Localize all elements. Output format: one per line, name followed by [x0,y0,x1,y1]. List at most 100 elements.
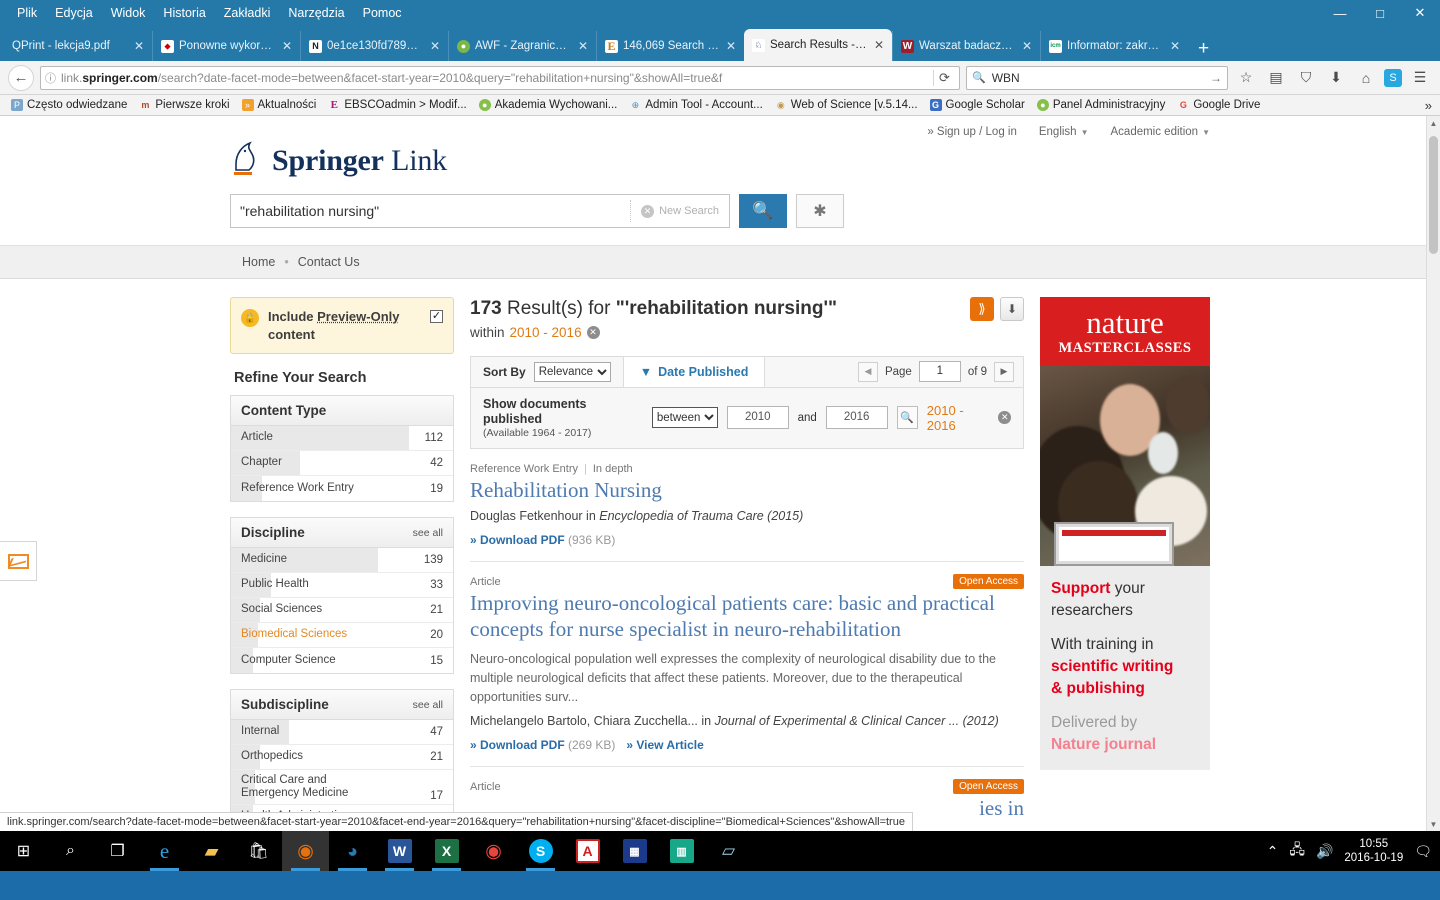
tab-close-icon[interactable]: ✕ [1020,39,1034,53]
date-search-button[interactable]: 🔍 [896,406,918,430]
tab-close-icon[interactable]: ✕ [872,38,886,52]
clock[interactable]: 10:55 2016-10-19 [1344,837,1403,866]
remove-date-filter-icon[interactable]: ✕ [586,325,600,339]
browser-tab-5-active[interactable]: ♘ Search Results - Sp... ✕ [744,29,892,61]
next-page-button[interactable]: ▶ [994,361,1014,382]
sort-select[interactable]: Relevance [533,361,611,382]
menu-icon[interactable]: ☰ [1408,66,1432,90]
search-input[interactable] [231,195,631,227]
search-settings-button[interactable]: ✱ [796,194,844,228]
sign-up-log-in-link[interactable]: » Sign up / Log in [927,126,1017,138]
date-mode-select[interactable]: between [651,407,718,429]
menu-item-edycja[interactable]: Edycja [46,3,102,23]
minimize-icon[interactable]: — [1320,0,1360,26]
tab-close-icon[interactable]: ✕ [724,39,738,53]
bookmark-czesto-odwiedzane[interactable]: P Często odwiedzane [6,98,132,112]
facet-row-medicine[interactable]: Medicine 139 [231,548,453,574]
taskbar-skype[interactable]: S [517,831,564,871]
bookmark-web-of-science[interactable]: ◉ Web of Science [v.5.14... [770,98,923,112]
bookmark-google-drive[interactable]: G Google Drive [1172,98,1265,112]
browser-search-bar[interactable]: 🔍 WBN → [966,65,1228,90]
view-article-link[interactable]: » View Article [626,738,703,752]
scroll-up-icon[interactable]: ▲ [1427,116,1440,130]
browser-tab-4[interactable]: E 146,069 Search Res... ✕ [596,31,744,61]
close-icon[interactable]: ✕ [1400,0,1440,26]
browser-tab-7[interactable]: icm Informator: zakres ... ✕ [1040,31,1188,61]
bookmark-aktualnosci[interactable]: » Aktualności [237,98,322,112]
breadcrumb-home[interactable]: Home [242,255,275,269]
sync-icon[interactable]: S [1384,68,1402,87]
volume-icon[interactable]: 🔊 [1316,843,1333,860]
bookmark-akademia-wychowania[interactable]: ● Akademia Wychowani... [474,98,623,112]
taskbar-firefox[interactable]: ◉ [282,831,329,871]
taskbar-superior[interactable]: ▥ [658,831,705,871]
download-icon[interactable]: ⬇ [1324,66,1348,90]
action-center-icon[interactable]: 🗨 [1414,843,1432,860]
breadcrumb-contact-us[interactable]: Contact Us [298,255,360,269]
go-arrow-icon[interactable]: → [1210,71,1222,85]
facet-row-biomedical-sciences[interactable]: Biomedical Sciences 20 [231,623,453,649]
tab-close-icon[interactable]: ✕ [576,39,590,53]
home-icon[interactable]: ⌂ [1354,66,1378,90]
facet-row-internal[interactable]: Internal 47 [231,720,453,746]
bookmark-admin-tool[interactable]: ⊕ Admin Tool - Account... [624,98,767,112]
edition-selector[interactable]: Academic edition ▼ [1111,126,1211,138]
download-pdf-link[interactable]: » Download PDF [470,738,565,752]
star-icon[interactable]: ☆ [1234,66,1258,90]
year-from-input[interactable]: 2010 [726,406,789,430]
menu-item-widok[interactable]: Widok [102,3,155,23]
bookmark-panel-administracyjny[interactable]: ● Panel Administracyjny [1032,98,1171,112]
browser-tab-3[interactable]: ● AWF - Zagraniczne ✕ [448,31,596,61]
taskbar-thunderbird[interactable]: ◕ [329,831,376,871]
download-icon[interactable]: ⬇ [1000,297,1024,321]
taskbar-notes[interactable]: ▱ [705,831,752,871]
tray-chevron-icon[interactable]: ⌃ [1267,843,1279,860]
tab-close-icon[interactable]: ✕ [1168,39,1182,53]
facet-row-orthopedics[interactable]: Orthopedics 21 [231,745,453,771]
tab-close-icon[interactable]: ✕ [132,39,146,53]
remove-range-icon[interactable]: ✕ [998,411,1011,425]
bookmark-ebscoadmin[interactable]: E EBSCOadmin > Modif... [323,98,471,112]
taskbar-word[interactable]: W [376,831,423,871]
taskbar-acrobat[interactable]: A [564,831,611,871]
include-preview-only-box[interactable]: 🔒 Include Preview-Only content ✓ [230,297,454,355]
result-title-link[interactable]: Rehabilitation Nursing [470,478,1024,504]
facet-row-computer-science[interactable]: Computer Science 15 [231,648,453,674]
scroll-down-icon[interactable]: ▼ [1427,817,1440,831]
feedback-mail-tab[interactable] [0,541,37,581]
year-to-input[interactable]: 2016 [825,406,888,430]
browser-tab-6[interactable]: W Warszat badacza –... ✕ [892,31,1040,61]
taskbar-edge[interactable]: e [141,831,188,871]
info-icon[interactable]: ⓘ [45,70,56,86]
prev-page-button[interactable]: ◀ [857,361,878,382]
page-input[interactable]: 1 [918,361,961,383]
browser-tab-2[interactable]: N 0e1ce130fd78911a... ✕ [300,31,448,61]
springerlink-logo[interactable]: Springer Link [230,138,1210,180]
browser-tab-1[interactable]: ⬥ Ponowne wykorzy... ✕ [152,31,300,61]
back-arrow-icon[interactable]: ← [8,64,34,91]
facet-row-reference-work-entry[interactable]: Reference Work Entry 19 [231,476,453,502]
menu-item-narzedzia[interactable]: Narzędzia [279,3,353,23]
taskbar-sprun[interactable]: ▦ [611,831,658,871]
taskbar-excel[interactable]: X [423,831,470,871]
tab-close-icon[interactable]: ✕ [428,39,442,53]
download-pdf-link[interactable]: » Download PDF [470,533,565,547]
taskbar-search-button[interactable]: ⌕ [47,831,94,871]
facet-row-article[interactable]: Article 112 [231,426,453,452]
include-preview-only-checkbox[interactable]: ✓ [430,310,443,323]
facet-see-all[interactable]: see all [413,699,443,711]
menu-item-pomoc[interactable]: Pomoc [354,3,411,23]
taskbar-task-view-button[interactable]: ❐ [94,831,141,871]
nature-masterclasses-ad[interactable]: nature MASTERCLASSES Support your resear… [1040,297,1210,770]
reload-icon[interactable]: ⟳ [933,69,955,86]
site-search-field[interactable]: ✕ New Search [230,194,730,228]
new-search-button[interactable]: ✕ New Search [630,200,729,222]
url-bar[interactable]: ⓘ link.springer.com/search?date-facet-mo… [40,65,960,90]
menu-item-plik[interactable]: Plik [8,3,46,23]
facet-see-all[interactable]: see all [413,527,443,539]
facet-row-social-sciences[interactable]: Social Sciences 21 [231,598,453,624]
facet-row-chapter[interactable]: Chapter 42 [231,451,453,477]
reader-icon[interactable]: ▤ [1264,66,1288,90]
scrollbar-thumb[interactable] [1429,136,1438,254]
date-published-tab[interactable]: ▼ Date Published [622,356,766,387]
